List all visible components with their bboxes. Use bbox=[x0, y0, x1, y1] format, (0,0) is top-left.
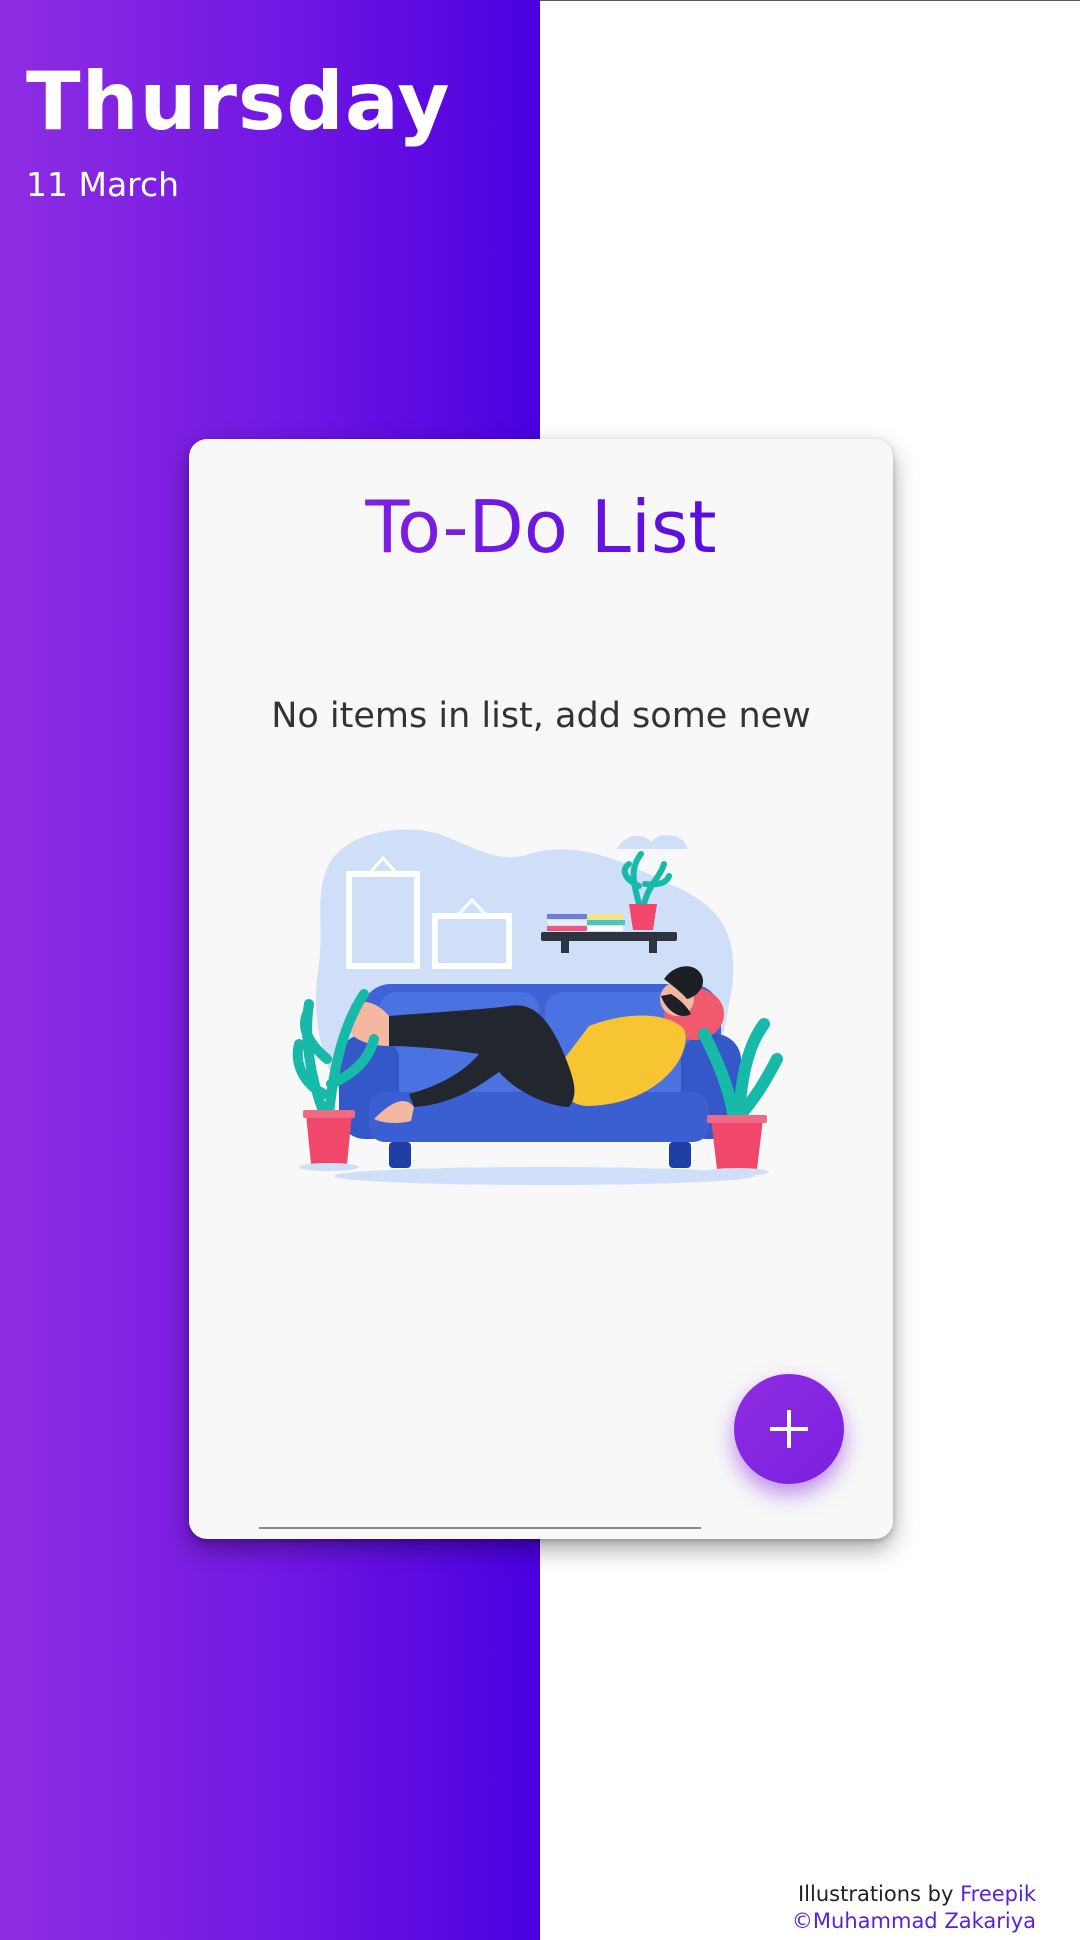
add-item-button[interactable] bbox=[734, 1374, 844, 1484]
plus-icon bbox=[770, 1410, 808, 1448]
credits: Illustrations by Freepik ©Muhammad Zakar… bbox=[792, 1881, 1036, 1935]
relaxing-on-sofa-illustration bbox=[292, 829, 783, 1185]
author-link[interactable]: Muhammad Zakariya bbox=[813, 1909, 1036, 1933]
illustrations-credit: Illustrations by Freepik bbox=[792, 1881, 1036, 1908]
copyright-credit: ©Muhammad Zakariya bbox=[792, 1908, 1036, 1935]
new-item-input[interactable] bbox=[259, 1479, 701, 1529]
freepik-link[interactable]: Freepik bbox=[960, 1882, 1036, 1906]
day-heading: Thursday bbox=[26, 55, 451, 148]
card-title: To-Do List bbox=[189, 491, 893, 563]
empty-list-message: No items in list, add some new bbox=[271, 696, 811, 736]
copyright-symbol: © bbox=[791, 1909, 813, 1933]
todo-card: To-Do List No items in list, add some ne… bbox=[189, 439, 893, 1539]
date-subheading: 11 March bbox=[26, 165, 180, 204]
illustrations-credit-prefix: Illustrations by bbox=[797, 1882, 954, 1906]
